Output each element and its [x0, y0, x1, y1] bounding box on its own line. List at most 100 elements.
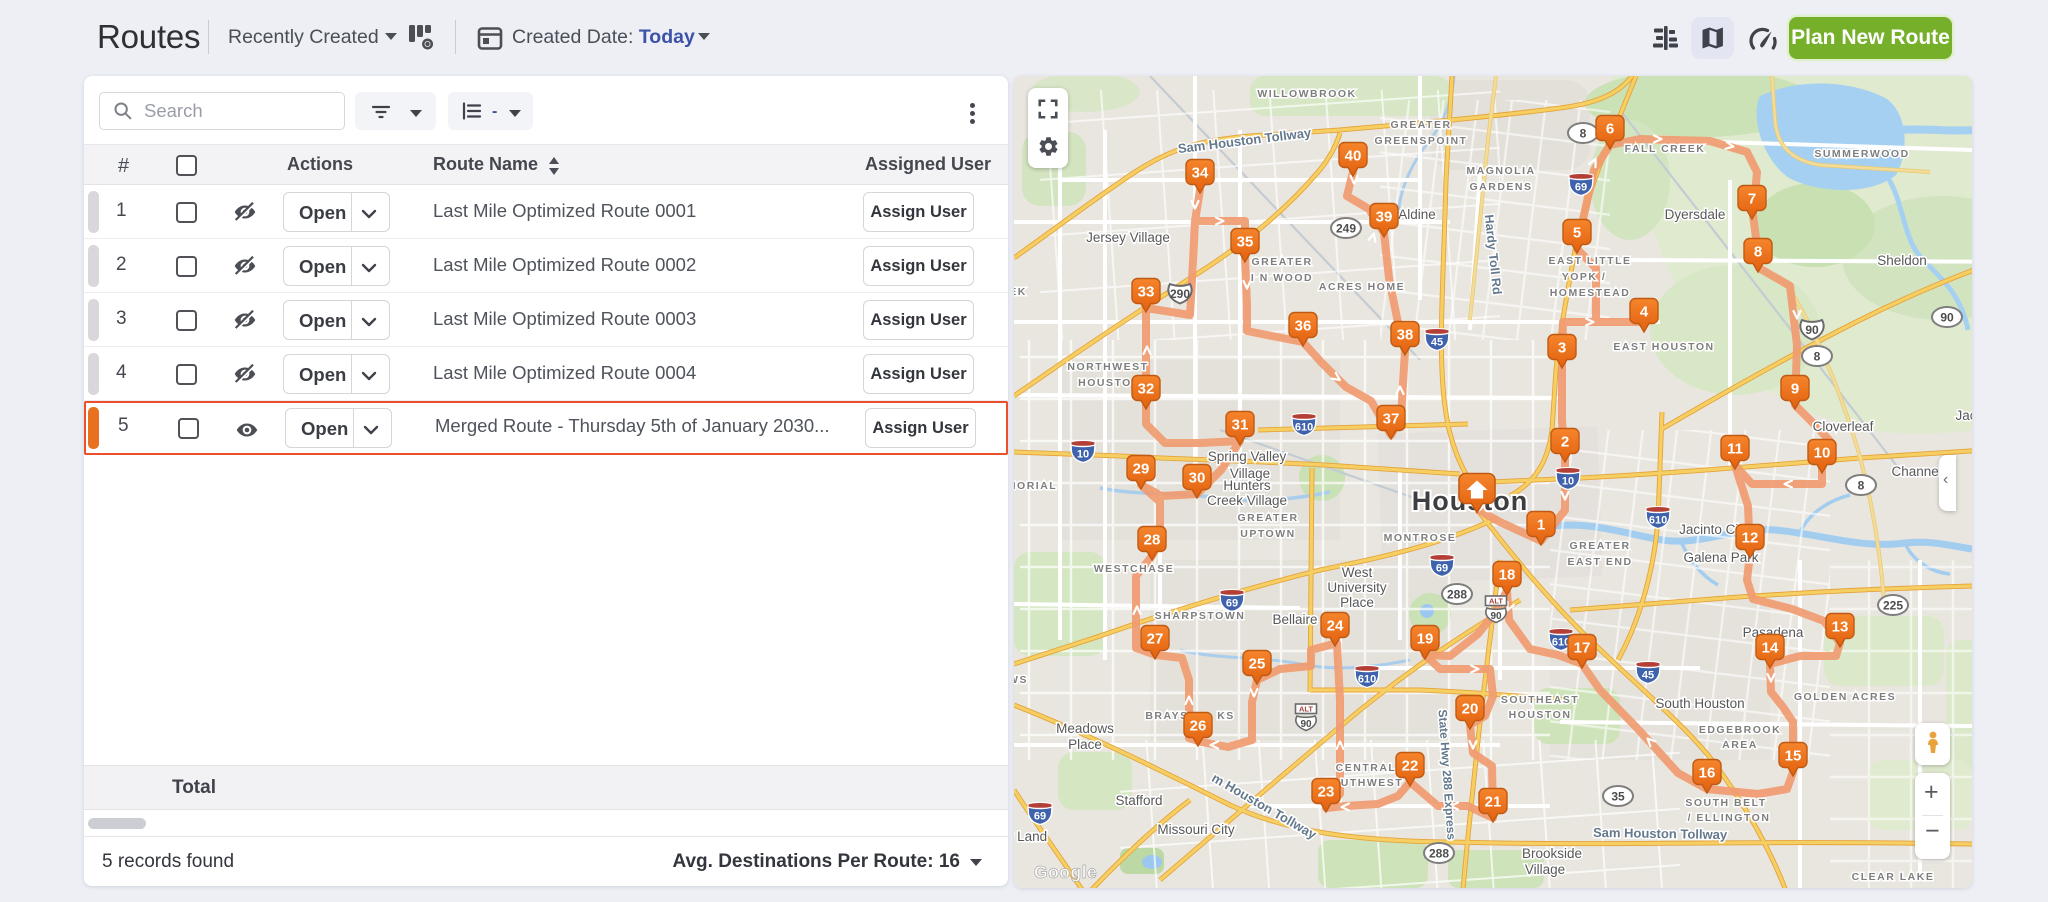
svg-text:19: 19	[1417, 631, 1434, 648]
svg-text:UTHWEST: UTHWEST	[1341, 777, 1403, 789]
svg-text:r Land: r Land	[1014, 829, 1047, 844]
svg-text:Jersey Village: Jersey Village	[1086, 230, 1170, 245]
svg-text:/ ELLINGTON: / ELLINGTON	[1688, 812, 1771, 824]
svg-text:90: 90	[1490, 611, 1502, 622]
svg-text:3: 3	[1558, 340, 1566, 357]
svg-text:30: 30	[1189, 470, 1206, 487]
svg-text:EAST HOUSTON: EAST HOUSTON	[1613, 341, 1714, 353]
svg-text:90: 90	[1940, 311, 1954, 325]
svg-text:FALL CREEK: FALL CREEK	[1625, 143, 1706, 155]
svg-text:13: 13	[1832, 619, 1849, 636]
svg-text:11: 11	[1727, 441, 1743, 458]
svg-text:SOUTH BELT: SOUTH BELT	[1685, 797, 1766, 809]
svg-text:28: 28	[1144, 532, 1161, 549]
svg-text:Missouri City: Missouri City	[1157, 822, 1235, 837]
svg-text:38: 38	[1397, 327, 1414, 344]
svg-text:35: 35	[1611, 790, 1625, 804]
svg-text:288: 288	[1447, 588, 1467, 602]
svg-text:SUMMERWOOD: SUMMERWOOD	[1814, 148, 1909, 160]
svg-text:WS: WS	[1014, 674, 1028, 686]
svg-text:KS: KS	[1217, 710, 1235, 722]
svg-text:EAST END: EAST END	[1567, 556, 1632, 568]
svg-text:ALT: ALT	[1489, 597, 1503, 606]
svg-text:GARDENS: GARDENS	[1469, 181, 1532, 193]
svg-text:27: 27	[1147, 631, 1164, 648]
svg-text:90: 90	[1300, 719, 1312, 730]
svg-text:SOUTHEAST: SOUTHEAST	[1501, 694, 1579, 706]
svg-text:Stafford: Stafford	[1115, 793, 1162, 808]
svg-text:45: 45	[1642, 670, 1654, 682]
svg-text:35: 35	[1237, 234, 1254, 251]
svg-text:MAGNOLIA: MAGNOLIA	[1466, 165, 1535, 177]
svg-text:20: 20	[1462, 701, 1479, 718]
svg-text:8: 8	[1814, 350, 1821, 364]
svg-text:18: 18	[1499, 567, 1516, 584]
svg-text:40: 40	[1345, 148, 1362, 165]
svg-text:CLEAR LAKE: CLEAR LAKE	[1852, 871, 1935, 883]
svg-text:37: 37	[1383, 411, 1400, 428]
svg-text:SHARPSTOWN: SHARPSTOWN	[1155, 610, 1246, 622]
svg-text:Brookside: Brookside	[1522, 846, 1582, 861]
svg-text:WESTCHASE: WESTCHASE	[1094, 563, 1175, 575]
svg-text:South Houston: South Houston	[1655, 696, 1744, 711]
svg-text:AREA: AREA	[1722, 739, 1758, 751]
svg-text:Jac: Jac	[1955, 408, 1972, 423]
svg-text:University: University	[1327, 580, 1387, 595]
svg-text:45: 45	[1431, 337, 1443, 349]
svg-text:GREATER: GREATER	[1237, 512, 1298, 524]
svg-text:32: 32	[1138, 381, 1155, 398]
svg-text:31: 31	[1232, 417, 1249, 434]
svg-text:1: 1	[1537, 517, 1545, 534]
svg-text:14: 14	[1762, 640, 1779, 657]
svg-text:5: 5	[1573, 225, 1581, 242]
svg-text:29: 29	[1133, 461, 1150, 478]
svg-text:EK: EK	[1014, 286, 1027, 298]
svg-text:610: 610	[1358, 674, 1376, 686]
svg-text:2: 2	[1561, 434, 1569, 451]
svg-text:6: 6	[1606, 121, 1614, 138]
svg-text:26: 26	[1190, 718, 1207, 735]
svg-text:10: 10	[1077, 449, 1089, 461]
svg-text:GREENSPOINT: GREENSPOINT	[1375, 135, 1468, 147]
svg-text:GREATER: GREATER	[1251, 256, 1312, 268]
svg-text:HOUSTO: HOUSTO	[1078, 377, 1132, 389]
svg-text:225: 225	[1883, 599, 1903, 613]
svg-text:Aldine: Aldine	[1398, 207, 1436, 222]
svg-text:CENTRAL: CENTRAL	[1336, 762, 1397, 774]
svg-text:Bellaire: Bellaire	[1272, 612, 1317, 627]
svg-text:24: 24	[1327, 618, 1344, 635]
svg-text:8: 8	[1858, 479, 1865, 493]
svg-text:23: 23	[1318, 784, 1335, 801]
svg-text:10: 10	[1562, 476, 1574, 488]
svg-text:Cloverleaf: Cloverleaf	[1813, 419, 1874, 434]
svg-text:16: 16	[1699, 765, 1716, 782]
svg-text:ACRES HOME: ACRES HOME	[1319, 281, 1405, 293]
svg-text:249: 249	[1336, 222, 1356, 236]
svg-text:EAST LITTLE: EAST LITTLE	[1549, 255, 1632, 267]
svg-text:8: 8	[1754, 244, 1762, 261]
svg-text:22: 22	[1402, 758, 1419, 775]
svg-text:7: 7	[1748, 191, 1756, 208]
svg-text:69: 69	[1436, 563, 1448, 575]
svg-text:69: 69	[1575, 182, 1587, 194]
svg-text:12: 12	[1742, 530, 1759, 547]
svg-text:Sheldon: Sheldon	[1877, 253, 1927, 268]
svg-text:GREATER: GREATER	[1390, 119, 1451, 131]
svg-text:4: 4	[1640, 304, 1649, 321]
svg-text:290: 290	[1170, 287, 1190, 301]
svg-text:Place: Place	[1340, 595, 1374, 610]
svg-text:ALT: ALT	[1299, 705, 1313, 714]
svg-text:GOLDEN ACRES: GOLDEN ACRES	[1794, 691, 1896, 703]
svg-text:21: 21	[1485, 794, 1502, 811]
svg-text:34: 34	[1192, 165, 1209, 182]
svg-text:MONTROSE: MONTROSE	[1384, 532, 1457, 544]
svg-text:610: 610	[1649, 515, 1667, 527]
svg-text:Hunters: Hunters	[1223, 478, 1271, 493]
svg-text:Dyersdale: Dyersdale	[1665, 207, 1726, 222]
svg-text:9: 9	[1791, 381, 1799, 398]
svg-text:33: 33	[1138, 284, 1155, 301]
svg-text:West: West	[1342, 565, 1373, 580]
svg-text:UPTOWN: UPTOWN	[1240, 528, 1295, 540]
svg-text:8: 8	[1580, 127, 1587, 141]
svg-text:Creek Village: Creek Village	[1207, 493, 1287, 508]
